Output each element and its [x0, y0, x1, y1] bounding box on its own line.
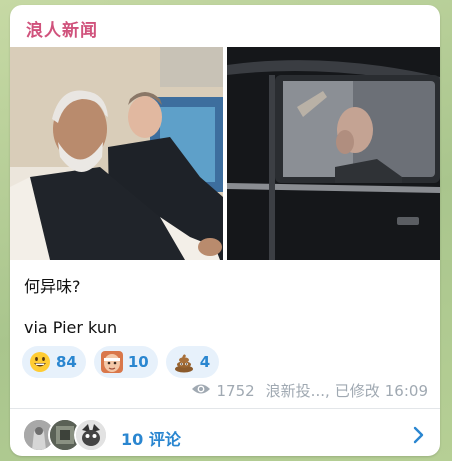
comments-bar[interactable]: 10 评论 [10, 410, 440, 456]
reaction-custom-sticker[interactable]: 10 [93, 346, 158, 378]
reaction-grinning[interactable]: 84 [22, 346, 86, 378]
reaction-count: 4 [199, 353, 211, 371]
comments-count-label: 10 评论 [121, 430, 181, 449]
message-text-line-2: via Pier kun [24, 318, 118, 337]
message-meta: 1752 浪新投..., 已修改 16:09 [191, 380, 428, 401]
edited-label: 已修改 [334, 382, 380, 400]
reaction-count: 10 [127, 353, 149, 371]
post-author: 浪新投..., [265, 382, 330, 400]
channel-title[interactable]: 浪人新闻 [26, 16, 98, 41]
reaction-poo[interactable]: 4 [165, 346, 220, 378]
avatar [74, 418, 108, 452]
reaction-count: 84 [56, 353, 77, 371]
photo-right[interactable] [227, 47, 440, 260]
reactions-bar: 84 10 4 [22, 346, 220, 378]
message-text-line-1: 何异味? [24, 277, 81, 296]
chevron-right-icon [412, 426, 424, 448]
grinning-face-icon [28, 350, 52, 374]
divider [10, 408, 440, 409]
eye-icon [191, 382, 211, 400]
photo-left[interactable] [10, 47, 223, 260]
commenter-avatars [22, 418, 112, 452]
view-count: 1752 [216, 381, 255, 400]
channel-post: 浪人新闻 何异味? via Pier kun 84 10 4 1752 浪新投.… [10, 5, 440, 456]
post-time: 16:09 [384, 381, 428, 400]
pile-of-poo-icon [172, 350, 196, 374]
custom-sticker-face-icon [100, 350, 124, 374]
